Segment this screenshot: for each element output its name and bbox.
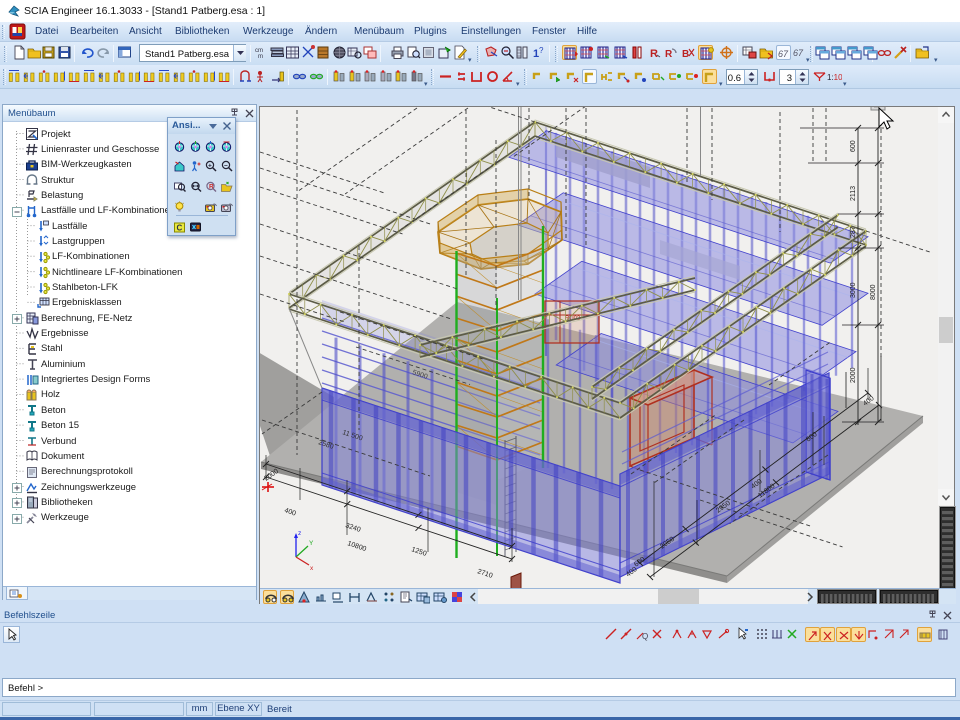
svg-text:2000: 2000 <box>850 367 857 383</box>
svg-text:1250: 1250 <box>410 546 427 558</box>
svg-text:67: 67 <box>793 48 804 58</box>
svg-text:287: 287 <box>850 226 857 238</box>
svg-text:600: 600 <box>850 140 857 152</box>
svg-text:C: C <box>177 223 183 232</box>
svg-text:x: x <box>310 565 314 572</box>
svg-text:2113: 2113 <box>850 186 857 201</box>
svg-text:R: R <box>650 48 658 60</box>
svg-text:m: m <box>258 54 263 60</box>
svg-text:400: 400 <box>283 507 296 517</box>
svg-text:8000: 8000 <box>870 284 877 300</box>
svg-text:z: z <box>298 530 301 537</box>
svg-text:67: 67 <box>778 49 789 59</box>
svg-text:10800: 10800 <box>346 540 367 553</box>
svg-text:Y: Y <box>309 540 314 547</box>
svg-text:1:10: 1:10 <box>827 73 842 82</box>
svg-text:3000: 3000 <box>850 282 857 298</box>
svg-text:B: B <box>682 49 689 60</box>
svg-text:R: R <box>665 49 673 60</box>
svg-text:+: + <box>208 163 212 170</box>
svg-text:−: − <box>224 163 228 170</box>
svg-text:?: ? <box>539 46 544 55</box>
svg-text:Q: Q <box>642 632 648 641</box>
svg-text:2710: 2710 <box>476 568 493 580</box>
